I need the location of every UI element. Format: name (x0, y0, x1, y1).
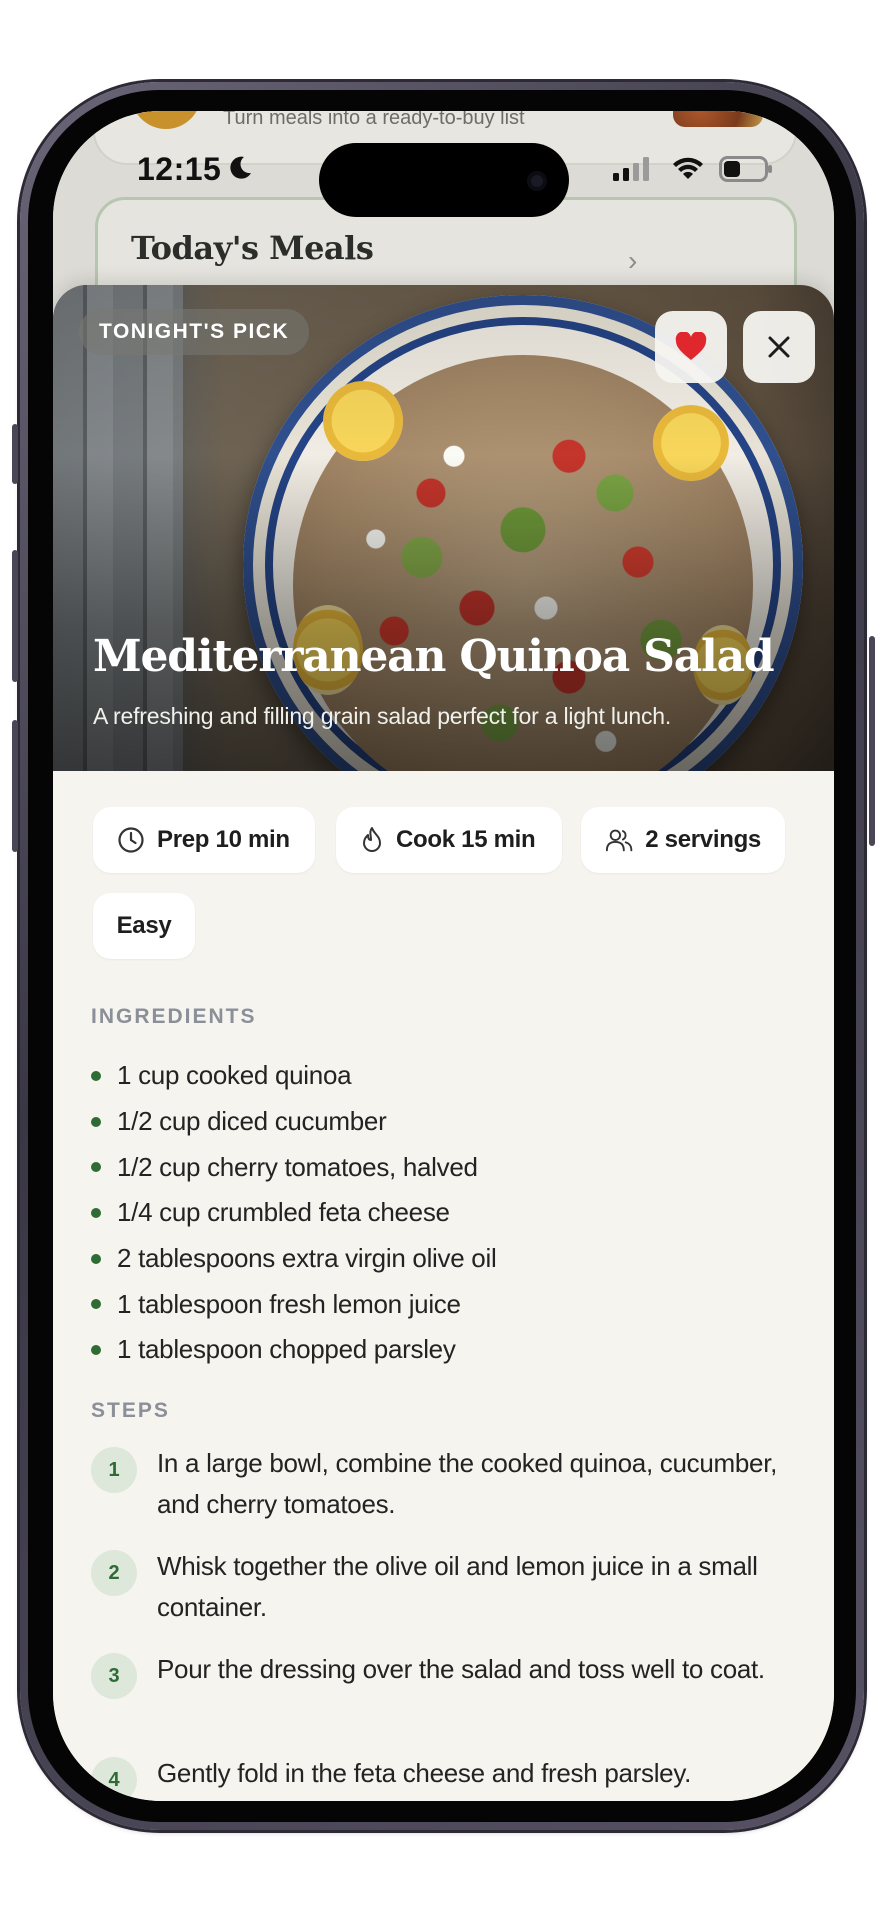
ingredient-text: 1 cup cooked quinoa (117, 1060, 352, 1091)
heart-icon (675, 332, 707, 360)
servings-label: 2 servings (645, 826, 761, 853)
wifi-icon (673, 157, 703, 179)
signal-icon (613, 157, 649, 181)
ingredient-text: 2 tablespoons extra virgin olive oil (117, 1243, 497, 1274)
difficulty-label: Easy (116, 912, 172, 939)
close-icon (768, 336, 790, 358)
flame-icon (363, 827, 381, 852)
power-button (869, 636, 875, 846)
close-button[interactable] (743, 311, 815, 383)
step-text: Gently fold in the feta cheese and fresh… (157, 1758, 692, 1788)
chevron-right-icon: › (628, 245, 638, 276)
bullet-dot (91, 1116, 101, 1127)
recipe-hero-image: TONIGHT'S PICK Mediterranean Quinoa Sala… (53, 285, 834, 771)
step-text: Pour the dressing over the salad and tos… (157, 1654, 765, 1684)
favorite-button[interactable] (655, 311, 727, 383)
step-number: 3 (91, 1653, 137, 1699)
clock-icon (118, 827, 144, 853)
bullet-dot (91, 1299, 101, 1310)
volume-up-button (12, 550, 18, 682)
ingredient-text: 1 tablespoon chopped parsley (117, 1334, 456, 1365)
step-number: 2 (91, 1550, 137, 1596)
recipe-description: A refreshing and filling grain salad per… (93, 703, 672, 729)
screen: Turn meals into a ready-to-buy list Toda… (53, 111, 834, 1801)
bullet-dot (91, 1344, 101, 1355)
recipe-detail-sheet: TONIGHT'S PICK Mediterranean Quinoa Sala… (53, 285, 834, 1801)
ingredient-item: 1 tablespoon chopped parsley (91, 1327, 496, 1373)
volume-down-button (12, 720, 18, 852)
bullet-dot (91, 1207, 101, 1218)
background-tagline: Turn meals into a ready-to-buy list (223, 111, 525, 129)
step-text: Whisk together the olive oil and lemon j… (157, 1551, 758, 1622)
servings-chip: 2 servings (581, 807, 785, 873)
prep-time-chip: Prep 10 min (93, 807, 315, 873)
prep-time-label: Prep 10 min (157, 826, 290, 853)
action-button (12, 424, 18, 484)
ingredient-text: 1/4 cup crumbled feta cheese (117, 1197, 450, 1228)
step-number: 1 (91, 1447, 137, 1493)
ingredient-item: 2 tablespoons extra virgin olive oil (91, 1236, 497, 1282)
ingredients-heading: INGREDIENTS (91, 1005, 257, 1028)
tonights-pick-badge: TONIGHT'S PICK (79, 309, 310, 355)
ingredient-text: 1 tablespoon fresh lemon juice (117, 1288, 461, 1319)
ingredient-item: 1 cup cooked quinoa (91, 1053, 496, 1099)
ingredient-text: 1/2 cup cherry tomatoes, halved (117, 1151, 478, 1182)
people-icon (605, 829, 633, 852)
moon-icon (230, 156, 251, 179)
cook-time-chip: Cook 15 min (336, 807, 562, 873)
bullet-dot (91, 1070, 101, 1081)
bullet-dot (91, 1162, 101, 1173)
step-number: 4 (91, 1757, 137, 1801)
step-text: In a large bowl, combine the cooked quin… (157, 1448, 778, 1519)
difficulty-chip: Easy (93, 893, 195, 959)
steps-heading: STEPS (91, 1399, 170, 1422)
dynamic-island (319, 143, 569, 217)
bullet-dot (91, 1253, 101, 1264)
recipe-title: Mediterranean Quinoa Salad (93, 631, 775, 682)
ingredient-text: 1/2 cup diced cucumber (117, 1106, 387, 1137)
ingredient-item: 1/2 cup diced cucumber (91, 1099, 496, 1145)
todays-meals-title: Today's Meals (131, 229, 374, 267)
camera-dot (527, 171, 547, 191)
status-time: 12:15 (137, 151, 222, 187)
ingredient-item: 1/4 cup crumbled feta cheese (91, 1190, 496, 1236)
ingredient-item: 1/2 cup cherry tomatoes, halved (91, 1144, 496, 1190)
ingredients-list: 1 cup cooked quinoa 1/2 cup diced cucumb… (91, 1053, 497, 1373)
background-food-image (673, 111, 763, 127)
cook-time-label: Cook 15 min (396, 826, 536, 853)
battery-icon (719, 156, 772, 182)
ingredient-item: 1 tablespoon fresh lemon juice (91, 1281, 496, 1327)
